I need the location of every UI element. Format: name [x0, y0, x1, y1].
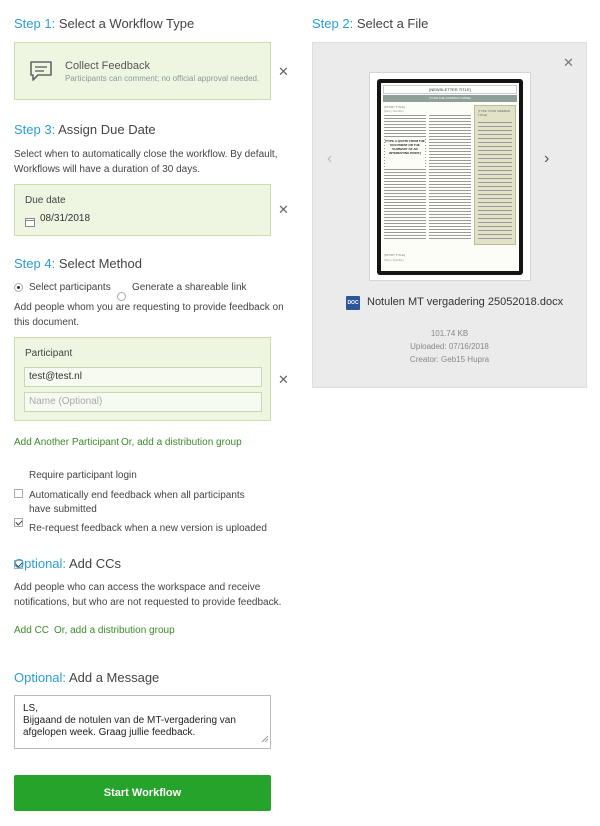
due-date-label: Due date — [25, 195, 66, 206]
workflow-type-card[interactable]: Collect Feedback Participants can commen… — [14, 42, 271, 100]
step3-description: Select when to automatically close the w… — [14, 149, 278, 175]
due-date-panel: Due date 08/31/2018 — [14, 184, 271, 236]
pull-quote: [TYPE A QUOTE FROM THE DOCUMENT OR THE S… — [385, 139, 425, 169]
story-text-column-2 — [429, 115, 471, 241]
re-request-label: Re-request feedback when a new version i… — [29, 523, 267, 534]
story2-title: [STORY TITLE] — [384, 253, 405, 257]
sidebar-title: [TYPE YOUR SIDEBAR TITLE] — [478, 109, 511, 117]
chevron-left-icon[interactable]: ‹ — [327, 151, 332, 167]
start-workflow-button[interactable]: Start Workflow — [14, 775, 271, 811]
story2-subtitle: [Story Subtitle] — [384, 258, 404, 262]
file-name: Notulen MT vergadering 25052018.docx — [367, 296, 564, 308]
comment-icon — [29, 60, 53, 87]
sidebar-text — [478, 122, 512, 242]
step1-heading: Step 1: Select a Workflow Type — [14, 16, 195, 31]
add-cc-distribution-group-link[interactable]: Or, add a distribution group — [54, 625, 175, 636]
require-login-checkbox[interactable] — [14, 489, 23, 498]
file-creator: Creator: Geb15 Hupra — [409, 355, 490, 364]
workflow-type-description: Participants can comment; no official ap… — [65, 74, 260, 83]
file-size: 101.74 KB — [430, 329, 469, 338]
due-date-value[interactable]: 08/31/2018 — [40, 213, 90, 224]
add-cc-link[interactable]: Add CC — [14, 625, 49, 636]
ccs-heading: Optional: Add CCs — [14, 556, 121, 571]
participant-label: Participant — [25, 348, 73, 359]
story-subtitle: [Story Subtitle] — [384, 109, 404, 113]
remove-file-button[interactable]: ✕ — [563, 56, 574, 69]
chevron-right-icon[interactable]: › — [544, 151, 549, 167]
message-line-1: LS, — [23, 703, 39, 714]
step3-heading: Step 3: Assign Due Date — [14, 122, 156, 137]
newsletter-sidebar: [TYPE YOUR SIDEBAR TITLE] — [474, 105, 516, 245]
newsletter-subtitle: [TYPE THE COMPANY NAME] — [383, 95, 517, 102]
participant-email-field[interactable]: test@test.nl — [24, 367, 262, 387]
radio-select-participants-label[interactable]: Select participants — [29, 281, 111, 295]
document-thumbnail[interactable]: [NEWSLETTER TITLE] [TYPE THE COMPANY NAM… — [369, 72, 531, 281]
resize-handle-icon[interactable] — [261, 734, 269, 746]
message-textarea[interactable]: LS, Bijgaand de notulen van de MT-vergad… — [14, 695, 271, 749]
calendar-icon[interactable] — [25, 214, 35, 232]
word-doc-icon: DOC — [346, 296, 360, 310]
add-participant-link[interactable]: Add Another Participant — [14, 437, 119, 448]
step4-description: Add people whom you are requesting to pr… — [14, 302, 284, 328]
auto-end-label: Automatically end feedback when all part… — [29, 490, 245, 515]
radio-shareable-link-label[interactable]: Generate a shareable link — [132, 281, 247, 295]
step2-heading: Step 2: Select a File — [312, 16, 429, 31]
remove-workflow-type-button[interactable]: ✕ — [278, 65, 289, 78]
step4-heading: Step 4: Select Method — [14, 256, 142, 271]
add-distribution-group-link[interactable]: Or, add a distribution group — [121, 437, 242, 448]
story-text-column-1 — [384, 115, 426, 241]
ccs-description: Add people who can access the workspace … — [14, 582, 282, 608]
auto-end-checkbox[interactable] — [14, 518, 23, 527]
remove-participant-button[interactable]: ✕ — [278, 373, 289, 386]
participant-panel: Participant test@test.nl Name (Optional) — [14, 337, 271, 421]
newsletter-title: [NEWSLETTER TITLE] — [383, 85, 517, 94]
require-login-label: Require participant login — [29, 470, 137, 481]
thumbnail-page: [NEWSLETTER TITLE] [TYPE THE COMPANY NAM… — [381, 83, 519, 271]
message-line-2: Bijgaand de notulen van de MT-vergaderin… — [23, 715, 236, 738]
workflow-type-name: Collect Feedback — [65, 60, 150, 72]
file-preview-panel: ✕ ‹ › [NEWSLETTER TITLE] [TYPE THE COMPA… — [312, 42, 587, 388]
remove-due-date-button[interactable]: ✕ — [278, 203, 289, 216]
message-heading: Optional: Add a Message — [14, 670, 160, 685]
file-uploaded: Uploaded: 07/16/2018 — [410, 342, 489, 351]
participant-name-field[interactable]: Name (Optional) — [24, 392, 262, 412]
thumbnail-frame: [NEWSLETTER TITLE] [TYPE THE COMPANY NAM… — [377, 79, 523, 275]
radio-select-participants[interactable] — [14, 283, 23, 292]
